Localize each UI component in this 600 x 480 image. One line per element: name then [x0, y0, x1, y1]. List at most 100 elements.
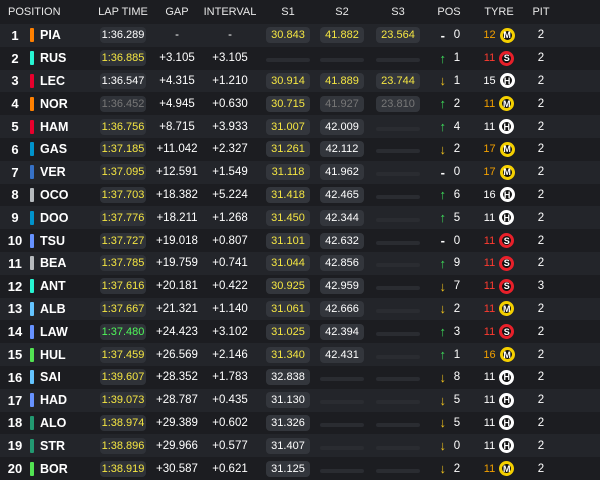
- tyre-compound-icon: S: [499, 324, 515, 340]
- table-row[interactable]: 15 HUL 1:37.459 +26.569 +2.146 31.340 42.…: [0, 343, 600, 366]
- arrow-down-icon: ↓: [439, 438, 447, 454]
- sector-s3-time: [376, 263, 420, 268]
- gap-value: +3.105: [159, 52, 195, 65]
- sector-s2-time: 42.666: [320, 300, 364, 317]
- lap-time-cell: 1:37.667: [90, 300, 156, 317]
- header-pit: PIT: [532, 6, 550, 18]
- lap-time-cell: 1:36.756: [90, 118, 156, 135]
- team-color-bar: [30, 347, 34, 362]
- table-row[interactable]: 9 DOO 1:37.776 +18.211 +1.268 31.450 42.3…: [0, 206, 600, 230]
- sector-s3-time: [376, 286, 420, 291]
- lap-time: 1:37.480: [100, 323, 146, 340]
- table-row[interactable]: 16 SAI 1:39.607 +28.352 +1.783 32.838 ↓ …: [0, 365, 600, 389]
- pit-count: 2: [537, 257, 545, 270]
- sector-s1-cell: 30.715: [262, 95, 314, 112]
- driver-code: OCO: [40, 187, 69, 202]
- driver-cell: HAM: [30, 119, 90, 134]
- gap-value: +20.181: [156, 280, 198, 293]
- sector-s3-time: [376, 354, 420, 359]
- tyre-compound-icon: S: [499, 50, 515, 66]
- sector-s3-time: [376, 331, 420, 336]
- arrow-up-icon: ↑: [439, 187, 447, 203]
- table-row[interactable]: 7 VER 1:37.095 +12.591 +1.549 31.118 41.9…: [0, 160, 600, 184]
- lap-time: 1:36.547: [100, 72, 146, 89]
- arrow-up-icon: ↑: [439, 324, 447, 340]
- table-row[interactable]: 10 TSU 1:37.727 +19.018 +0.807 31.101 42.…: [0, 229, 600, 252]
- table-row[interactable]: 13 ALB 1:37.667 +21.321 +1.140 31.061 42.…: [0, 297, 600, 321]
- tyre-cell: 11 S: [472, 233, 526, 249]
- position-number: 14: [7, 324, 23, 340]
- sector-s1-time: 31.130: [266, 392, 310, 409]
- interval-value: +1.549: [212, 166, 248, 179]
- tyre-compound-icon: H: [499, 119, 515, 135]
- position-change-value: 0: [453, 439, 461, 452]
- table-row[interactable]: 11 BEA 1:37.785 +19.759 +0.741 31.044 42.…: [0, 251, 600, 275]
- tyre-compound-icon: H: [499, 187, 515, 203]
- gap-value: +26.569: [156, 348, 198, 361]
- lap-time-cell: 1:36.885: [90, 50, 156, 67]
- lap-time-cell: 1:37.459: [90, 346, 156, 363]
- sector-s1-cell: 30.925: [262, 278, 314, 295]
- driver-cell: STR: [30, 438, 90, 453]
- sector-s1-time: [266, 58, 310, 63]
- sector-s2-cell: 42.632: [314, 232, 370, 249]
- table-row[interactable]: 12 ANT 1:37.616 +20.181 +0.422 30.925 42.…: [0, 274, 600, 298]
- position-change: ↑ 1: [426, 347, 472, 362]
- sector-s2-cell: 42.009: [314, 118, 370, 135]
- tyre-cell: 16 H: [472, 187, 526, 203]
- position-change-value: 1: [453, 74, 461, 87]
- team-color-bar: [30, 438, 34, 453]
- position-change: - 0: [426, 233, 472, 248]
- driver-cell: OCO: [30, 187, 90, 202]
- sector-s1-time: 31.025: [266, 323, 310, 340]
- table-row[interactable]: 6 GAS 1:37.185 +11.042 +2.327 31.261 42.1…: [0, 137, 600, 161]
- table-row[interactable]: 1 PIA 1:36.289 - - 30.843 41.882 23.564 - …: [0, 24, 600, 47]
- sector-s1-cell: 31.326: [262, 414, 314, 431]
- table-row[interactable]: 19 STR 1:38.896 +29.966 +0.577 31.407 ↓ …: [0, 434, 600, 458]
- header-s1: S1: [281, 6, 295, 18]
- table-row[interactable]: 20 BOR 1:38.919 +30.587 +0.621 31.125 ↓ …: [0, 457, 600, 480]
- team-color-bar: [30, 187, 34, 202]
- sector-s1-time: 30.914: [266, 72, 310, 89]
- sector-s1-time: 30.715: [266, 95, 310, 112]
- tyre-compound-icon: M: [499, 301, 515, 317]
- arrow-down-icon: ↓: [439, 141, 447, 157]
- driver-code: BOR: [40, 461, 68, 476]
- sector-s2-time: [320, 445, 364, 450]
- sector-s2-time: 42.431: [320, 346, 364, 363]
- interval-value: +1.140: [212, 302, 248, 315]
- table-row[interactable]: 8 OCO 1:37.703 +18.382 +5.224 31.418 42.4…: [0, 183, 600, 207]
- tyre-compound-icon: M: [499, 347, 515, 363]
- sector-s2-time: [320, 422, 364, 427]
- table-row[interactable]: 14 LAW 1:37.480 +24.423 +3.102 31.025 42.…: [0, 320, 600, 344]
- position-change-value: 7: [453, 280, 461, 293]
- team-color-bar: [30, 165, 34, 180]
- table-row[interactable]: 5 HAM 1:36.756 +8.715 +3.933 31.007 42.00…: [0, 115, 600, 138]
- arrow-down-icon: ↓: [439, 392, 447, 408]
- gap-value: +30.587: [156, 462, 198, 475]
- position-number: 19: [7, 438, 23, 454]
- pit-count: 2: [537, 120, 545, 133]
- table-row[interactable]: 3 LEC 1:36.547 +4.315 +1.210 30.914 41.88…: [0, 69, 600, 93]
- position-change: ↓ 2: [426, 461, 472, 476]
- driver-cell: SAI: [30, 370, 90, 385]
- lap-time: 1:36.452: [100, 95, 146, 112]
- sector-s1-cell: 31.418: [262, 186, 314, 203]
- table-row[interactable]: 18 ALO 1:38.974 +29.389 +0.602 31.326 ↓ …: [0, 411, 600, 435]
- driver-code: HUL: [40, 347, 66, 362]
- arrow-up-icon: ↑: [439, 96, 447, 112]
- sector-s3-time: 23.810: [376, 95, 420, 112]
- table-row[interactable]: 17 HAD 1:39.073 +28.787 +0.435 31.130 ↓ …: [0, 388, 600, 412]
- team-color-bar: [30, 28, 34, 43]
- interval-value: +3.102: [212, 325, 248, 338]
- gap-value: +4.945: [159, 97, 195, 110]
- lap-time: 1:36.289: [100, 27, 146, 44]
- interval-value: -: [228, 29, 232, 42]
- gap-value: +29.966: [156, 439, 198, 452]
- sector-s3-cell: 23.810: [370, 95, 426, 112]
- table-row[interactable]: 2 RUS 1:36.885 +3.105 +3.105 ↑ 1 11 S 2: [0, 46, 600, 70]
- sector-s3-cell: [370, 302, 426, 316]
- table-row[interactable]: 4 NOR 1:36.452 +4.945 +0.630 30.715 41.92…: [0, 92, 600, 116]
- sector-s3-cell: [370, 234, 426, 248]
- interval-value: +3.105: [212, 52, 248, 65]
